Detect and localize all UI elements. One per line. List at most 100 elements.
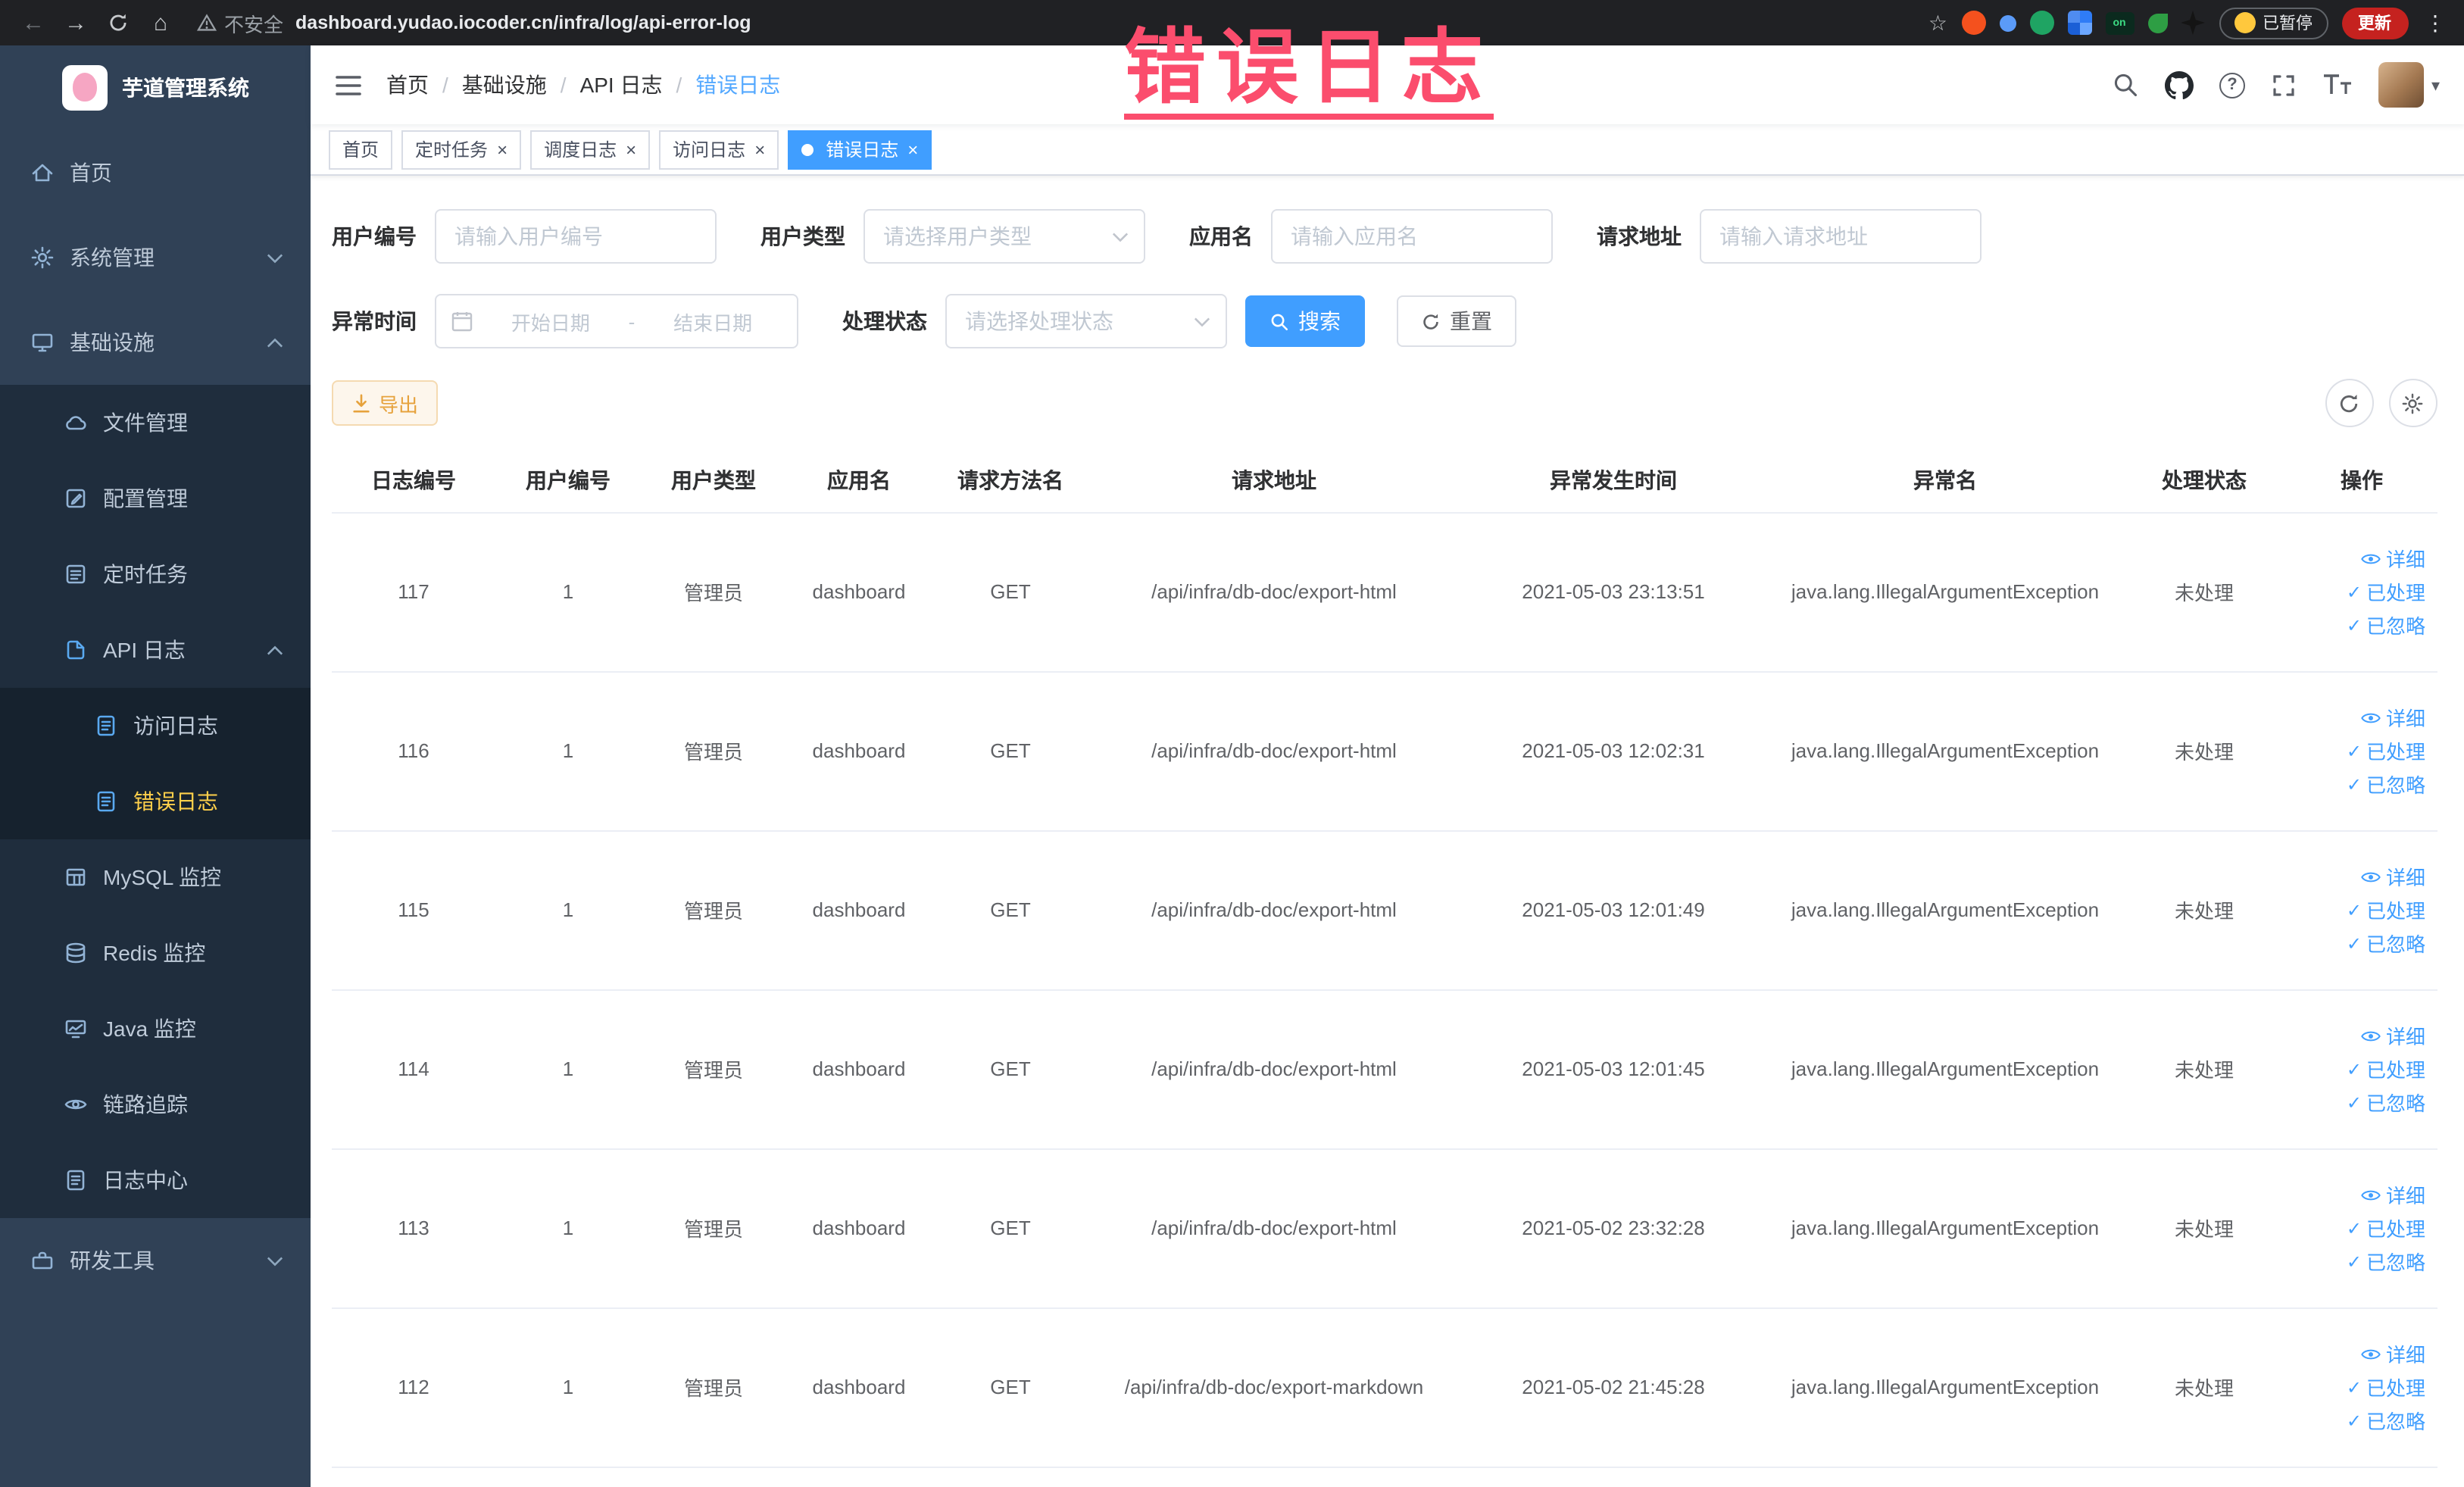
sidebar-item-java-monitor[interactable]: Java 监控 xyxy=(0,991,311,1067)
close-icon[interactable]: × xyxy=(626,140,636,158)
processed-label: 已处理 xyxy=(2366,1377,2425,1400)
extension-icon-7[interactable] xyxy=(2181,11,2205,35)
mark-ignored-link[interactable]: ✓ 已忽略 xyxy=(2347,611,2425,639)
cell-status: 未处理 xyxy=(2122,512,2286,672)
bookmark-star-icon[interactable]: ☆ xyxy=(1928,10,1947,36)
mark-processed-link[interactable]: ✓ 已处理 xyxy=(2347,736,2425,765)
close-icon[interactable]: × xyxy=(754,140,765,158)
sidebar-item-home[interactable]: 首页 xyxy=(0,130,311,215)
cell-user-type: 管理员 xyxy=(641,512,786,672)
sidebar-item-dev-tools[interactable]: 研发工具 xyxy=(0,1218,311,1303)
mark-ignored-link[interactable]: ✓ 已忽略 xyxy=(2347,770,2425,798)
refresh-table-button[interactable] xyxy=(2325,379,2373,427)
check-icon: ✓ xyxy=(2346,614,2362,636)
close-icon[interactable]: × xyxy=(907,140,918,158)
mark-processed-link[interactable]: ✓ 已处理 xyxy=(2347,895,2425,924)
sidebar-item-scheduled-tasks[interactable]: 定时任务 xyxy=(0,536,311,612)
mark-processed-link[interactable]: ✓ 已处理 xyxy=(2347,1214,2425,1242)
export-button[interactable]: 导出 xyxy=(332,380,439,426)
address-bar[interactable]: 不安全 dashboard.yudao.iocoder.cn/infra/log… xyxy=(185,8,1922,37)
cell-app-name: dashboard xyxy=(786,512,932,672)
process-status-select[interactable]: 请选择处理状态 xyxy=(945,294,1227,348)
extension-icon-1[interactable] xyxy=(1961,11,1985,35)
extension-icon-5[interactable]: on xyxy=(2105,11,2134,34)
detail-link[interactable]: 详细 xyxy=(2360,1339,2425,1368)
detail-link[interactable]: 详细 xyxy=(2360,1021,2425,1050)
table-toolbar: 导出 xyxy=(332,379,2437,427)
sidebar-item-label: 文件管理 xyxy=(103,411,188,435)
edit-icon xyxy=(66,489,86,508)
sidebar-toggle-button[interactable] xyxy=(311,45,386,124)
reset-button[interactable]: 重置 xyxy=(1397,295,1516,347)
tab-scheduled-tasks[interactable]: 定时任务 × xyxy=(401,130,522,169)
sidebar-item-api-logs[interactable]: API 日志 xyxy=(0,612,311,688)
extension-icon-4[interactable] xyxy=(2067,11,2091,35)
extension-icon-3[interactable] xyxy=(2029,11,2053,35)
browser-home-button[interactable]: ⌂ xyxy=(142,5,179,41)
process-status-field-group: 处理状态 请选择处理状态 xyxy=(842,294,1227,348)
github-icon[interactable] xyxy=(2164,70,2194,99)
column-settings-button[interactable] xyxy=(2388,379,2437,427)
warning-icon xyxy=(197,14,217,31)
close-icon[interactable]: × xyxy=(497,140,507,158)
detail-link[interactable]: 详细 xyxy=(2360,1180,2425,1209)
request-url-input[interactable] xyxy=(1700,209,1982,264)
browser-back-button[interactable]: ← xyxy=(15,5,52,41)
fullscreen-icon[interactable] xyxy=(2271,72,2297,98)
tab-schedule-log[interactable]: 调度日志 × xyxy=(530,130,651,169)
breadcrumb-api-logs[interactable]: API 日志 xyxy=(580,70,663,100)
cell-exception: java.lang.IllegalArgumentException xyxy=(1768,512,2122,672)
detail-link[interactable]: 详细 xyxy=(2360,544,2425,573)
user-menu[interactable]: ▾ xyxy=(2378,62,2440,108)
sidebar-item-access-log[interactable]: 访问日志 xyxy=(0,688,311,764)
extension-icon-6[interactable] xyxy=(2147,13,2167,33)
extension-icon-2[interactable] xyxy=(1999,14,2016,31)
tab-error-log[interactable]: 错误日志 × xyxy=(788,130,932,169)
sidebar-item-system-management[interactable]: 系统管理 xyxy=(0,215,311,300)
sidebar-item-redis-monitor[interactable]: Redis 监控 xyxy=(0,915,311,991)
sidebar-item-log-center[interactable]: 日志中心 xyxy=(0,1142,311,1218)
mark-processed-link[interactable]: ✓ 已处理 xyxy=(2347,577,2425,606)
browser-forward-button[interactable]: → xyxy=(58,5,94,41)
mark-processed-link[interactable]: ✓ 已处理 xyxy=(2347,1054,2425,1083)
breadcrumb-infrastructure[interactable]: 基础设施 xyxy=(462,70,547,100)
user-type-select[interactable]: 请选择用户类型 xyxy=(863,209,1145,264)
sidebar-item-infrastructure[interactable]: 基础设施 xyxy=(0,300,311,385)
sidebar-item-config-management[interactable]: 配置管理 xyxy=(0,461,311,536)
avatar xyxy=(2378,62,2424,108)
sidebar-item-error-log[interactable]: 错误日志 xyxy=(0,764,311,839)
annotation-error-log: 错误日志 xyxy=(1124,27,1494,120)
chevron-down-icon xyxy=(1112,232,1129,242)
date-range-picker[interactable]: 开始日期 - 结束日期 xyxy=(435,294,798,348)
browser-menu-kebab-icon[interactable]: ⋮ xyxy=(2422,10,2449,36)
mark-ignored-link[interactable]: ✓ 已忽略 xyxy=(2347,1406,2425,1435)
detail-link[interactable]: 详细 xyxy=(2360,862,2425,891)
cell-user-id: 1 xyxy=(495,989,641,1149)
mark-ignored-link[interactable]: ✓ 已忽略 xyxy=(2347,1247,2425,1276)
reload-icon xyxy=(110,14,126,31)
mark-ignored-link[interactable]: ✓ 已忽略 xyxy=(2347,929,2425,957)
site-security-chip[interactable]: 不安全 xyxy=(197,8,283,37)
breadcrumb-home[interactable]: 首页 xyxy=(386,70,429,100)
end-date-input[interactable]: 结束日期 xyxy=(644,307,782,336)
sidebar-item-mysql-monitor[interactable]: MySQL 监控 xyxy=(0,839,311,915)
tab-home[interactable]: 首页 xyxy=(329,130,393,169)
search-icon[interactable] xyxy=(2112,71,2139,98)
font-size-icon[interactable] xyxy=(2322,73,2353,97)
detail-link[interactable]: 详细 xyxy=(2360,703,2425,732)
col-header-request-url: 请求地址 xyxy=(1089,448,1459,513)
search-button[interactable]: 搜索 xyxy=(1245,295,1365,347)
mark-ignored-link[interactable]: ✓ 已忽略 xyxy=(2347,1088,2425,1117)
browser-reload-button[interactable] xyxy=(100,5,136,41)
check-icon: ✓ xyxy=(2346,1217,2362,1239)
tab-access-log[interactable]: 访问日志 × xyxy=(659,130,779,169)
help-icon[interactable]: ? xyxy=(2219,72,2245,98)
user-id-input[interactable] xyxy=(435,209,717,264)
paused-badge[interactable]: 已暂停 xyxy=(2219,7,2328,39)
start-date-input[interactable]: 开始日期 xyxy=(482,307,620,336)
mark-processed-link[interactable]: ✓ 已处理 xyxy=(2347,1373,2425,1401)
browser-update-button[interactable]: 更新 xyxy=(2341,7,2408,39)
app-name-input[interactable] xyxy=(1271,209,1553,264)
sidebar-item-link-tracing[interactable]: 链路追踪 xyxy=(0,1067,311,1142)
sidebar-item-file-management[interactable]: 文件管理 xyxy=(0,385,311,461)
